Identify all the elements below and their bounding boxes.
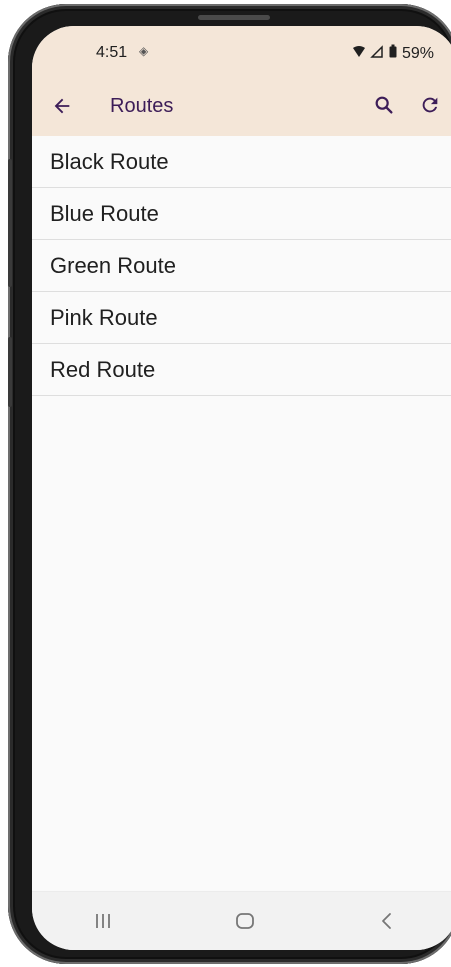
- signal-icon: [370, 44, 384, 64]
- route-label: Pink Route: [50, 304, 158, 330]
- search-button[interactable]: [370, 91, 398, 119]
- refresh-icon: [422, 97, 438, 113]
- route-label: Blue Route: [50, 200, 159, 226]
- route-item-black[interactable]: Black Route: [32, 136, 451, 188]
- wifi-icon: [352, 45, 366, 64]
- back-arrow-icon: [54, 98, 70, 114]
- route-item-green[interactable]: Green Route: [32, 240, 451, 292]
- recent-apps-icon: [96, 914, 110, 928]
- route-label: Black Route: [50, 148, 169, 174]
- speaker-grille: [198, 15, 270, 20]
- system-navigation-bar: [32, 891, 451, 950]
- status-icons: 59%: [352, 44, 434, 64]
- route-item-red[interactable]: Red Route: [32, 344, 451, 396]
- route-item-blue[interactable]: Blue Route: [32, 188, 451, 240]
- home-icon: [236, 913, 254, 929]
- back-button[interactable]: [365, 899, 409, 943]
- location-icon: ◈: [139, 44, 149, 58]
- phone-frame: 4:51 ◈ 59% Routes Black Route Blue Route…: [8, 4, 451, 964]
- back-arrow-button[interactable]: [48, 92, 76, 120]
- recent-apps-button[interactable]: [81, 899, 125, 943]
- power-button: [8, 337, 12, 407]
- battery-icon: [388, 44, 398, 64]
- page-title: Routes: [110, 95, 174, 117]
- routes-list: Black Route Blue Route Green Route Pink …: [32, 136, 451, 396]
- route-label: Green Route: [50, 252, 176, 278]
- search-icon: [375, 96, 393, 114]
- route-label: Red Route: [50, 356, 156, 382]
- refresh-button[interactable]: [416, 91, 444, 119]
- status-bar: 4:51 ◈ 59%: [32, 26, 451, 74]
- back-icon: [382, 913, 391, 929]
- app-bar: Routes: [32, 74, 451, 136]
- volume-button: [8, 159, 12, 287]
- status-time: 4:51: [96, 44, 128, 61]
- screen: 4:51 ◈ 59% Routes Black Route Blue Route…: [32, 26, 451, 950]
- home-button[interactable]: [223, 899, 267, 943]
- battery-level: 59%: [401, 45, 434, 62]
- route-item-pink[interactable]: Pink Route: [32, 292, 451, 344]
